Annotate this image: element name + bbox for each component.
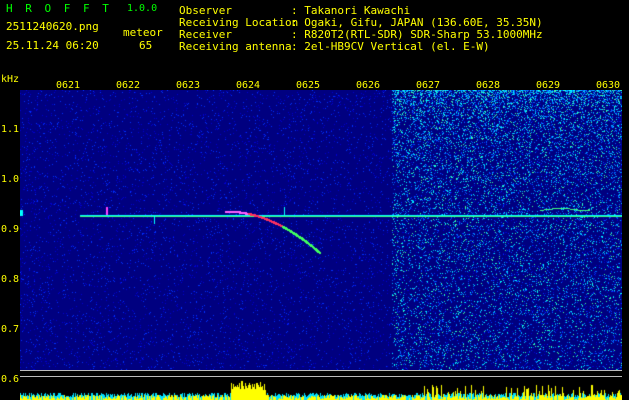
y-label: 1.0	[1, 174, 20, 185]
antenna-key: Receiving antenna	[179, 40, 292, 53]
y-label: 0.7	[1, 324, 20, 335]
app-version: 1.0.0	[127, 3, 158, 14]
meteor-label: meteor	[123, 26, 163, 39]
antenna-value: : 2el-HB9CV Vertical (el. E-W)	[291, 40, 490, 53]
header-panel: H R O F F T 1.0.0 2511240620.png 25.11.2…	[0, 0, 629, 72]
file-datetime: 25.11.24 06:20	[6, 39, 99, 52]
signal-level-strip	[20, 378, 622, 400]
file-name: 2511240620.png	[6, 20, 99, 33]
divider-line	[20, 370, 622, 371]
spectrogram	[20, 90, 622, 370]
app-title: H R O F F T	[6, 2, 112, 15]
meteor-count: 65	[139, 39, 153, 52]
y-label: 0.6	[1, 374, 20, 385]
divider-line	[20, 376, 622, 377]
y-label: 1.1	[1, 124, 20, 135]
y-axis-unit: kHz	[1, 74, 20, 85]
y-label: 0.9	[1, 224, 20, 235]
y-label: 0.8	[1, 274, 20, 285]
